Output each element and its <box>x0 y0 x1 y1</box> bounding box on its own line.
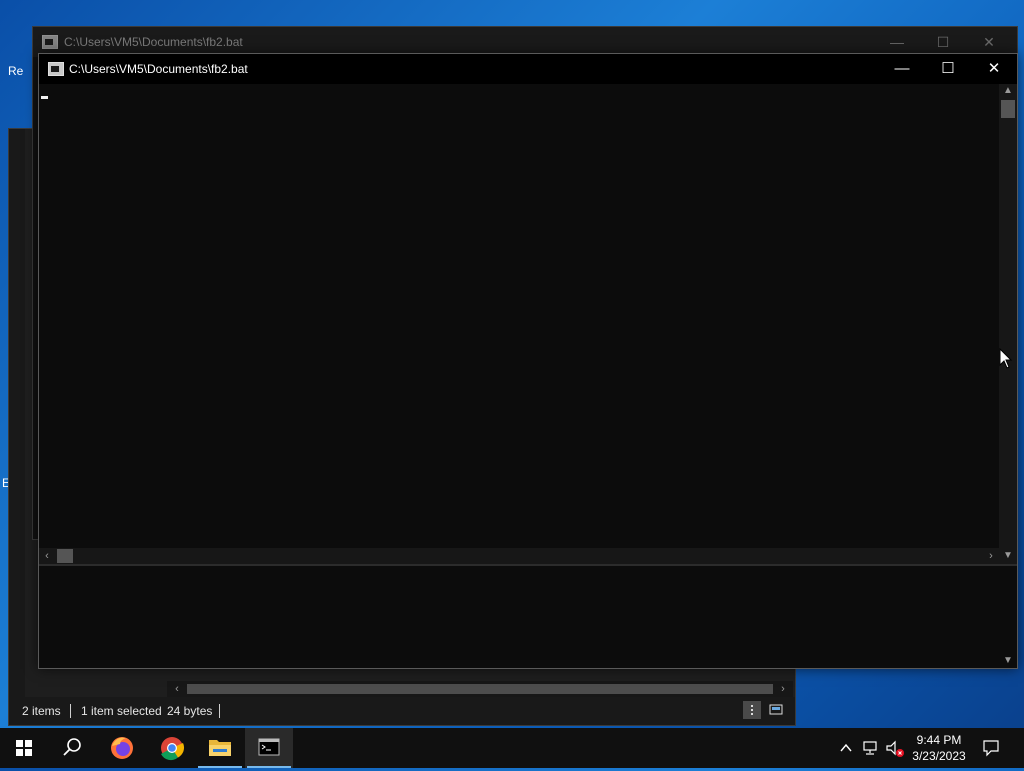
scroll-up-icon[interactable]: ▲ <box>999 84 1017 98</box>
console-lower-pane[interactable] <box>39 566 999 668</box>
scroll-right-icon[interactable]: › <box>983 548 999 564</box>
taskbar-clock[interactable]: 9:44 PM 3/23/2023 <box>906 732 972 764</box>
clock-date: 3/23/2023 <box>912 749 966 763</box>
mouse-pointer-icon <box>999 348 1013 369</box>
taskbar-command-prompt[interactable] <box>245 728 293 768</box>
action-center-icon[interactable] <box>982 739 1000 757</box>
taskbar-chrome[interactable] <box>148 728 196 768</box>
text-cursor <box>41 96 48 99</box>
explorer-status-bar: 2 items 1 item selected 24 bytes <box>9 697 795 725</box>
cmd-app-icon <box>42 35 58 49</box>
file-explorer-icon <box>209 740 231 756</box>
clock-time: 9:44 PM <box>916 733 962 747</box>
show-hidden-icons-chevron-up-icon[interactable] <box>838 740 854 756</box>
scrollbar-thumb[interactable] <box>1001 100 1015 118</box>
windows-start-icon <box>16 740 32 756</box>
details-view-button[interactable] <box>743 701 761 719</box>
title-bar[interactable]: C:\Users\VM5\Documents\fb2.bat — ☐ ✕ <box>39 54 1017 84</box>
window-title: C:\Users\VM5\Documents\fb2.bat <box>64 35 243 49</box>
scroll-right-icon[interactable]: › <box>775 681 791 697</box>
status-selection: 1 item selected <box>81 704 162 718</box>
taskbar: 9:44 PM 3/23/2023 <box>0 728 1024 768</box>
start-button[interactable] <box>0 728 48 768</box>
chrome-icon <box>161 737 185 761</box>
status-separator <box>219 704 220 718</box>
console-output[interactable] <box>39 84 999 548</box>
firefox-icon <box>111 737 133 759</box>
minimize-button[interactable]: — <box>879 54 925 84</box>
lower-vertical-scrollbar[interactable]: ▼ <box>999 566 1017 668</box>
cmd-app-icon <box>48 62 64 76</box>
details-view-icon <box>751 705 753 715</box>
taskbar-file-explorer[interactable] <box>196 728 244 768</box>
explorer-horizontal-scrollbar[interactable]: ‹ › <box>167 681 793 697</box>
cmd-window: C:\Users\VM5\Documents\fb2.bat — ☐ ✕ ▲ ‹… <box>38 53 1018 669</box>
vertical-scrollbar[interactable]: ▲ <box>999 84 1017 548</box>
window-title: C:\Users\VM5\Documents\fb2.bat <box>69 62 248 76</box>
large-icons-view-icon <box>769 704 783 715</box>
scroll-left-icon[interactable]: ‹ <box>39 548 55 564</box>
maximize-button[interactable]: ☐ <box>925 54 971 84</box>
status-size: 24 bytes <box>167 704 213 718</box>
explorer-nav-pane <box>9 129 25 725</box>
volume-muted-icon[interactable] <box>885 740 905 758</box>
horizontal-scrollbar[interactable]: ‹ › <box>39 548 999 564</box>
taskbar-firefox[interactable] <box>98 728 146 768</box>
command-prompt-icon <box>258 738 280 756</box>
scroll-down-icon[interactable]: ▼ <box>999 548 1017 564</box>
scrollbar-thumb[interactable] <box>57 549 73 563</box>
close-button[interactable]: ✕ <box>971 54 1017 84</box>
scroll-left-icon[interactable]: ‹ <box>169 681 185 697</box>
search-icon <box>63 738 81 756</box>
status-item-count: 2 items <box>22 704 61 718</box>
search-button[interactable] <box>48 728 96 768</box>
scrollbar-thumb[interactable] <box>187 684 773 694</box>
desktop-icon-label[interactable]: Re <box>8 64 23 78</box>
scroll-down-icon[interactable]: ▼ <box>999 654 1017 668</box>
status-separator <box>70 704 71 718</box>
network-icon[interactable] <box>862 740 880 756</box>
large-icons-view-button[interactable] <box>767 701 785 719</box>
